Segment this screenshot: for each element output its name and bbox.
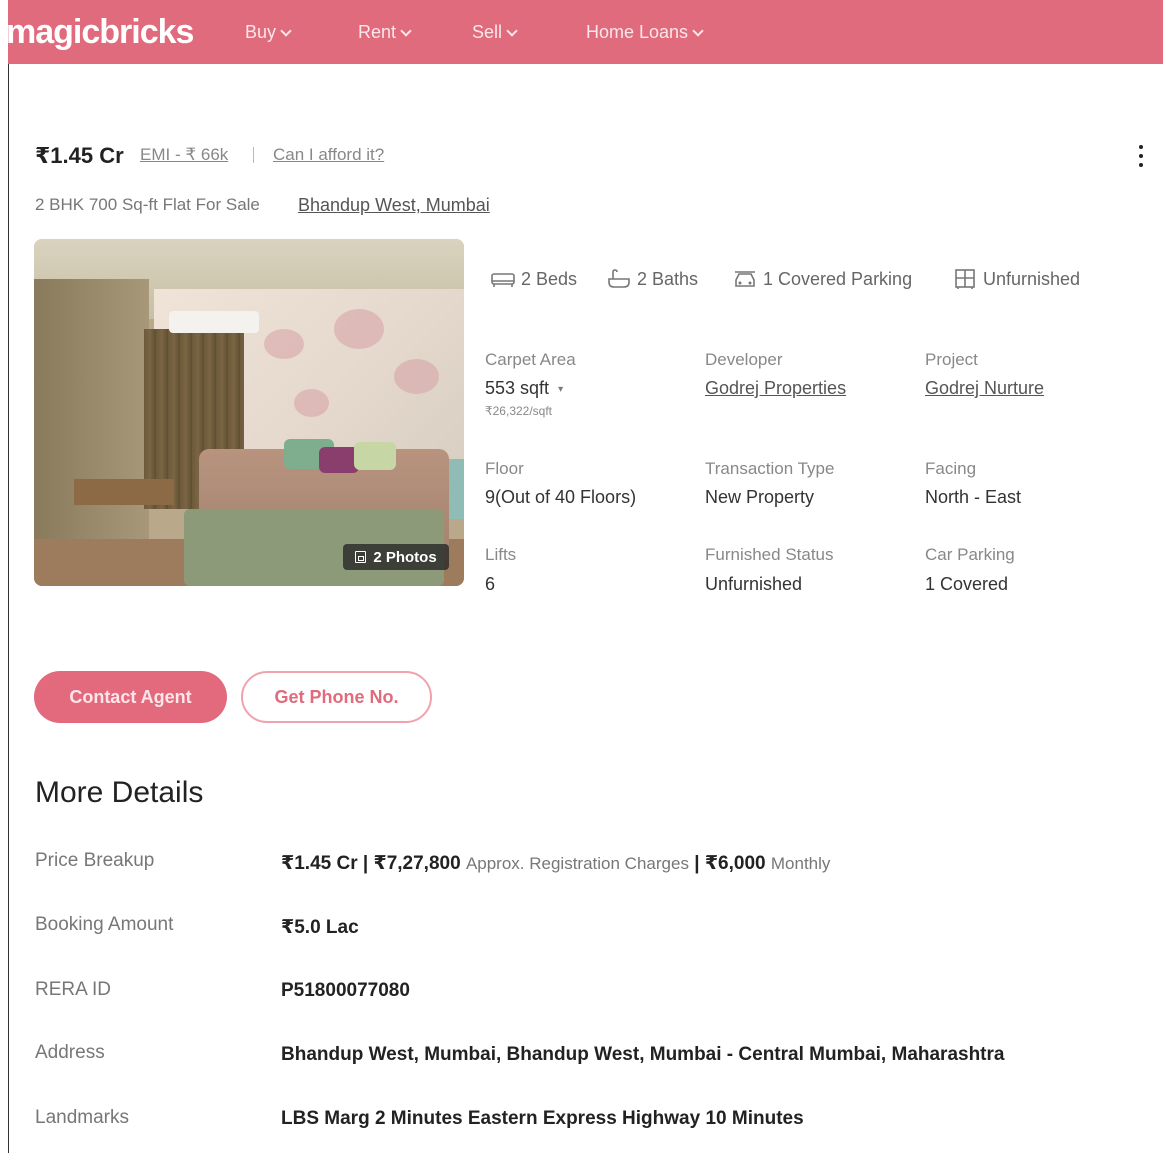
chevron-down-icon	[506, 24, 518, 37]
booking-amount-value: ₹5.0 Lac	[281, 917, 359, 938]
carpet-area-text: 553 sqft	[485, 378, 550, 398]
project-label: Project	[925, 350, 978, 369]
transaction-type-value: New Property	[705, 487, 815, 507]
nav-sell[interactable]: Sell	[472, 22, 518, 43]
chevron-down-icon	[400, 24, 412, 37]
furnished-status-label: Furnished Status	[705, 545, 834, 564]
gallery-icon	[355, 551, 367, 563]
floor-label: Floor	[485, 459, 524, 478]
photos-badge[interactable]: 2 Photos	[343, 544, 449, 570]
developer-label: Developer	[705, 350, 783, 369]
nav-rent-label: Rent	[358, 22, 397, 42]
beds-label: 2 Beds	[521, 268, 578, 289]
landmarks-label: Landmarks	[35, 1107, 129, 1128]
landmarks-value: LBS Marg 2 Minutes Eastern Express Highw…	[281, 1108, 804, 1129]
nav-home-loans-label: Home Loans	[586, 22, 689, 42]
price-breakup-label: Price Breakup	[35, 850, 155, 871]
transaction-type-label: Transaction Type	[705, 459, 835, 478]
more-details-title: More Details	[35, 776, 204, 809]
car-icon	[733, 268, 757, 290]
monthly-amount: | ₹6,000	[694, 853, 766, 874]
nav-home-loans[interactable]: Home Loans	[586, 22, 704, 43]
booking-amount-label: Booking Amount	[35, 914, 174, 935]
amenity-baths: 2 Baths	[607, 268, 698, 290]
price-breakup-price: ₹1.45 Cr | ₹7,27,800	[281, 853, 461, 874]
developer-link[interactable]: Godrej Properties	[705, 378, 846, 399]
bathtub-icon	[607, 268, 631, 290]
baths-label: 2 Baths	[637, 268, 699, 289]
amenity-beds: 2 Beds	[491, 268, 577, 290]
property-photo[interactable]	[34, 239, 464, 586]
nav-sell-label: Sell	[472, 22, 503, 42]
car-parking-label: Car Parking	[925, 545, 1015, 564]
contact-agent-button[interactable]: Contact Agent	[34, 671, 227, 723]
monthly-label: Monthly	[770, 854, 831, 873]
photos-count: 2 Photos	[373, 548, 437, 566]
facing-value: North - East	[925, 487, 1022, 507]
chevron-down-icon: ▾	[558, 383, 564, 395]
project-link[interactable]: Godrej Nurture	[925, 378, 1044, 399]
get-phone-button[interactable]: Get Phone No.	[241, 671, 432, 723]
nav-rent[interactable]: Rent	[358, 22, 412, 43]
afford-link[interactable]: Can I afford it?	[273, 145, 384, 165]
carpet-area-value[interactable]: 553 sqft ▾	[485, 378, 563, 399]
carpet-area-label: Carpet Area	[485, 350, 576, 369]
nav-buy[interactable]: Buy	[245, 22, 292, 43]
amenity-parking: 1 Covered Parking	[733, 268, 912, 290]
rera-id-value: P51800077080	[281, 980, 410, 1001]
chevron-down-icon	[280, 24, 292, 37]
listing-subtitle: 2 BHK 700 Sq-ft Flat For Sale	[35, 195, 260, 214]
carpet-area-rate: ₹26,322/sqft	[485, 404, 553, 418]
price-breakup-value: ₹1.45 Cr | ₹7,27,800 Approx. Registratio…	[281, 852, 830, 875]
lifts-label: Lifts	[485, 545, 517, 564]
more-options-icon[interactable]	[1138, 145, 1144, 167]
emi-link[interactable]: EMI - ₹ 66k	[140, 145, 228, 165]
car-parking-value: 1 Covered	[925, 574, 1009, 594]
amenity-furnishing: Unfurnished	[953, 268, 1080, 290]
furnished-status-value: Unfurnished	[705, 574, 803, 594]
furnishing-label: Unfurnished	[983, 268, 1081, 289]
listing-price: ₹1.45 Cr	[35, 143, 124, 168]
facing-label: Facing	[925, 459, 977, 478]
bed-icon	[491, 268, 515, 290]
address-value: Bhandup West, Mumbai, Bhandup West, Mumb…	[281, 1044, 1005, 1065]
address-label: Address	[35, 1042, 105, 1063]
magicbricks-logo[interactable]: magicbricks	[6, 13, 236, 52]
locality-link[interactable]: Bhandup West, Mumbai	[298, 195, 490, 216]
registration-charges-label: Approx. Registration Charges	[465, 854, 689, 873]
rera-id-label: RERA ID	[35, 979, 112, 1000]
floor-value: 9(Out of 40 Floors)	[485, 487, 637, 507]
parking-label: 1 Covered Parking	[763, 268, 913, 289]
lifts-value: 6	[485, 574, 496, 594]
nav-buy-label: Buy	[245, 22, 277, 42]
divider	[253, 147, 254, 163]
wardrobe-icon	[953, 268, 977, 290]
chevron-down-icon	[692, 24, 704, 37]
